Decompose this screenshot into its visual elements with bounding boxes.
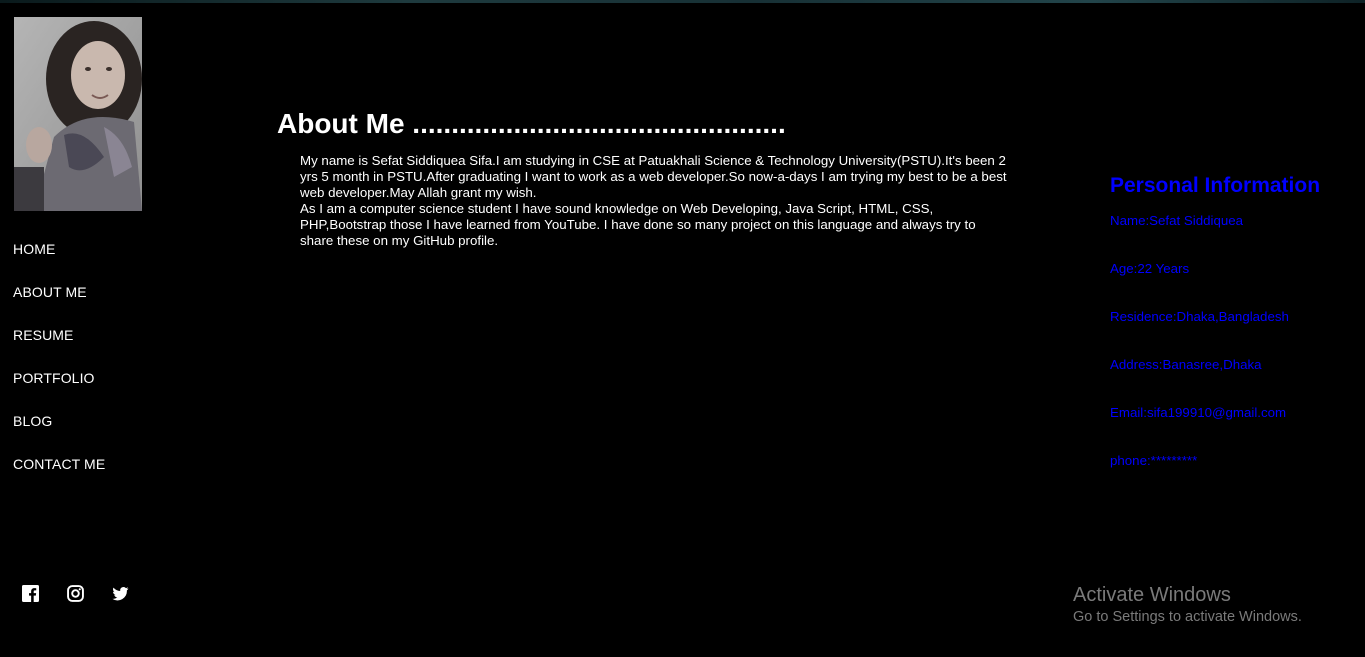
about-me-heading: About Me ...............................… xyxy=(277,108,786,139)
nav-item-about-me[interactable]: ABOUT ME xyxy=(13,283,105,326)
nav-item-contact-me[interactable]: CONTACT ME xyxy=(13,455,105,498)
personal-info-panel: Personal Information Name:Sefat Siddique… xyxy=(1110,174,1360,501)
page: HOME ABOUT ME RESUME PORTFOLIO BLOG CONT… xyxy=(0,0,1365,657)
nav-link-portfolio[interactable]: PORTFOLIO xyxy=(13,370,95,386)
watermark-title: Activate Windows xyxy=(1073,584,1231,606)
about-paragraph-1: My name is Sefat Siddiquea Sifa.I am stu… xyxy=(300,153,1007,200)
profile-photo xyxy=(14,17,142,211)
activate-windows-watermark: Activate Windows Go to Settings to activ… xyxy=(1073,583,1302,626)
instagram-icon[interactable] xyxy=(67,585,84,602)
nav-link-blog[interactable]: BLOG xyxy=(13,413,52,429)
main-nav: HOME ABOUT ME RESUME PORTFOLIO BLOG CONT… xyxy=(13,240,105,498)
info-address: Address:Banasree,Dhaka xyxy=(1110,357,1262,372)
nav-link-resume[interactable]: RESUME xyxy=(13,327,74,343)
info-email: Email:sifa199910@gmail.com xyxy=(1110,405,1287,420)
nav-link-home[interactable]: HOME xyxy=(13,241,55,257)
nav-item-home[interactable]: HOME xyxy=(13,240,105,283)
nav-item-resume[interactable]: RESUME xyxy=(13,326,105,369)
nav-link-about-me[interactable]: ABOUT ME xyxy=(13,284,87,300)
nav-item-portfolio[interactable]: PORTFOLIO xyxy=(13,369,105,412)
facebook-icon[interactable] xyxy=(22,585,39,602)
top-strip xyxy=(0,0,1365,3)
info-name: Name:Sefat Siddiquea xyxy=(1110,213,1244,228)
about-me-text: My name is Sefat Siddiquea Sifa.I am stu… xyxy=(300,153,1008,249)
about-paragraph-2: As I am a computer science student I hav… xyxy=(300,201,976,248)
info-age: Age:22 Years xyxy=(1110,261,1190,276)
info-residence: Residence:Dhaka,Bangladesh xyxy=(1110,309,1289,324)
personal-info-heading: Personal Information xyxy=(1110,174,1321,197)
nav-link-contact-me[interactable]: CONTACT ME xyxy=(13,456,105,472)
social-links xyxy=(22,585,157,602)
twitter-icon[interactable] xyxy=(112,585,129,602)
watermark-subtitle: Go to Settings to activate Windows. xyxy=(1073,609,1302,625)
nav-item-blog[interactable]: BLOG xyxy=(13,412,105,455)
info-phone: phone:********* xyxy=(1110,453,1198,468)
